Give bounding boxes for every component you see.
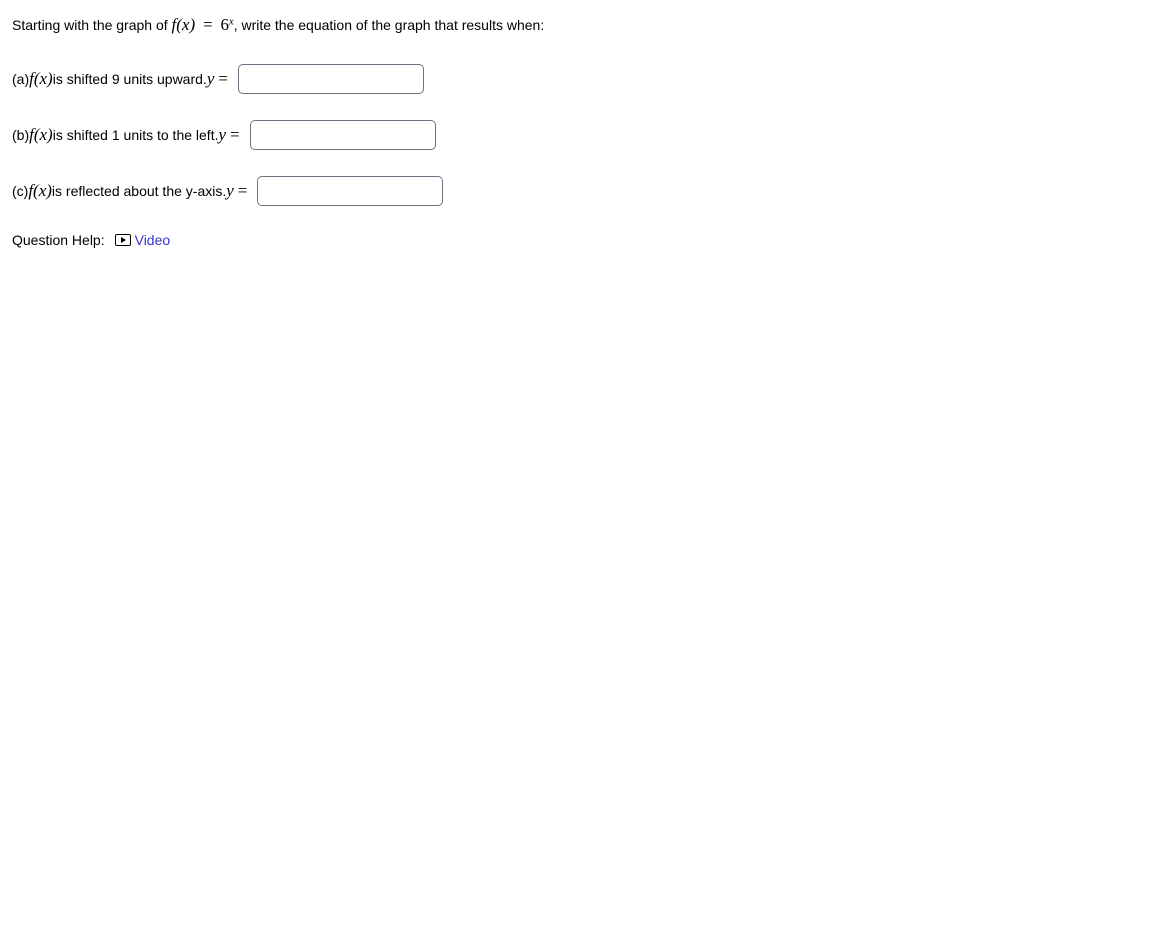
part-b-input[interactable]	[250, 120, 436, 150]
part-c-desc: is reflected about the y-axis.	[52, 183, 226, 199]
intro-base: 6	[221, 15, 230, 34]
intro-fx: f(x)	[172, 15, 196, 34]
part-b-y: y	[218, 125, 226, 145]
question-help-row: Question Help: Video	[12, 232, 1140, 248]
part-c-fx: f(x)	[28, 181, 52, 201]
part-b-row: (b) f(x) is shifted 1 units to the left.…	[12, 120, 1140, 150]
intro-post: , write the equation of the graph that r…	[234, 17, 545, 33]
intro-pre: Starting with the graph of	[12, 17, 172, 33]
intro-eq: =	[199, 15, 217, 34]
part-a-input[interactable]	[238, 64, 424, 94]
part-c-label: (c)	[12, 183, 28, 199]
part-a-desc: is shifted 9 units upward.	[53, 71, 207, 87]
part-b-fx: f(x)	[29, 125, 53, 145]
part-a-row: (a) f(x) is shifted 9 units upward. y =	[12, 64, 1140, 94]
part-a-eq: =	[214, 69, 232, 89]
part-a-y: y	[207, 69, 215, 89]
part-b-desc: is shifted 1 units to the left.	[53, 127, 219, 143]
question-help-label: Question Help:	[12, 232, 105, 248]
question-intro: Starting with the graph of f(x) = 6x, wr…	[12, 12, 1140, 38]
part-a-fx: f(x)	[29, 69, 53, 89]
part-b-label: (b)	[12, 127, 29, 143]
video-link-text: Video	[135, 232, 171, 248]
part-c-eq: =	[234, 181, 252, 201]
play-icon	[115, 234, 131, 246]
part-c-input[interactable]	[257, 176, 443, 206]
video-link[interactable]: Video	[115, 232, 171, 248]
part-c-row: (c) f(x) is reflected about the y-axis. …	[12, 176, 1140, 206]
part-c-y: y	[226, 181, 234, 201]
part-a-label: (a)	[12, 71, 29, 87]
part-b-eq: =	[226, 125, 244, 145]
